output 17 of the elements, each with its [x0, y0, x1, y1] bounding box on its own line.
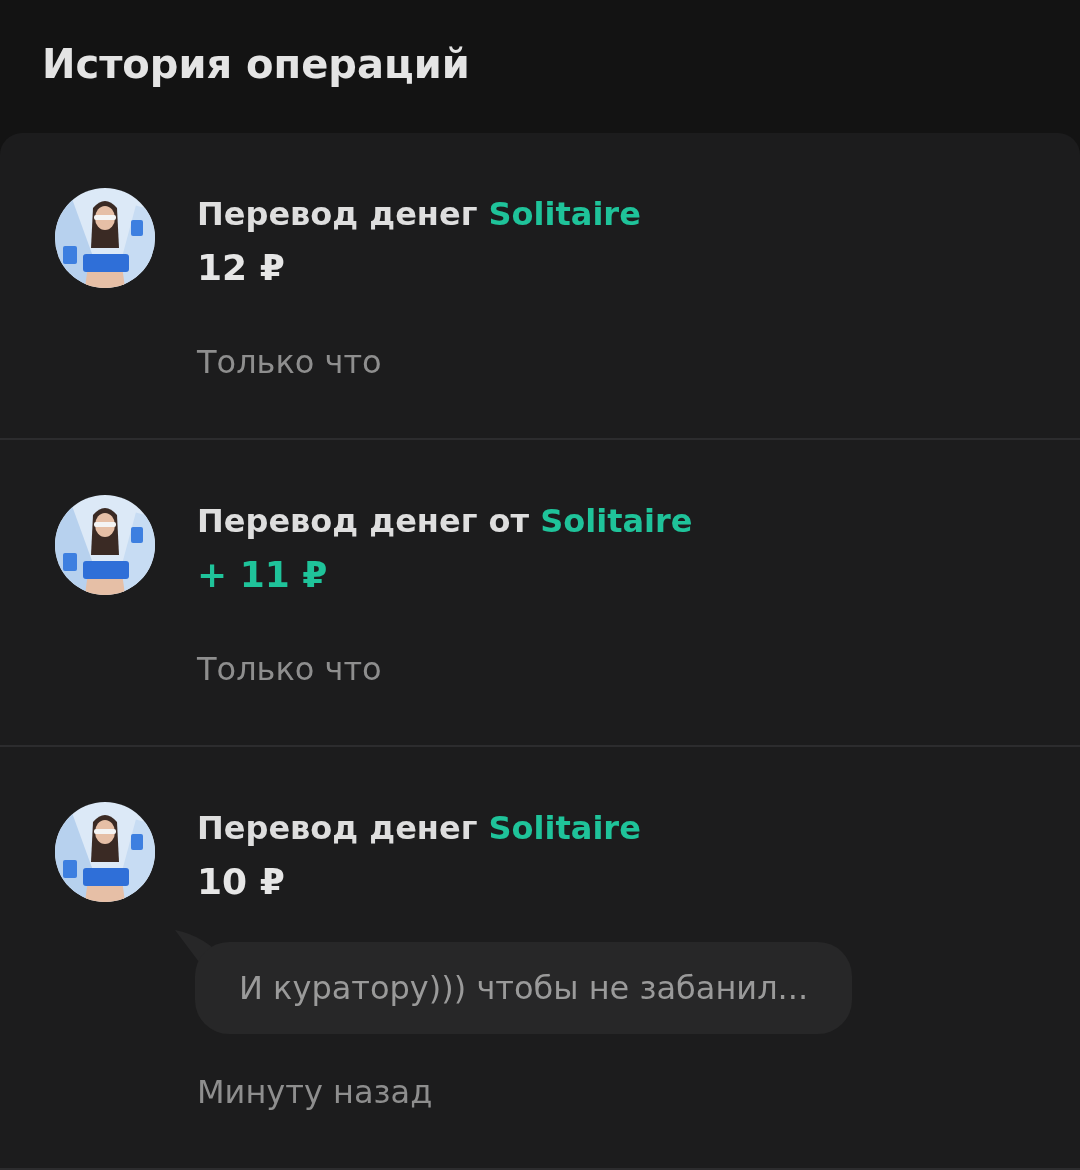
counterparty-link[interactable]: Solitaire	[540, 502, 693, 540]
operation-time: Минуту назад	[197, 1072, 434, 1113]
comment-bubble: И куратору))) чтобы не забанил...	[195, 942, 853, 1034]
operation-row[interactable]: Перевод денег Solitaire 10 ₽ И куратору))) чтобы не забанил... Минуту назад	[0, 747, 1080, 1170]
operation-amount: 12 ₽	[197, 246, 286, 290]
operation-amount: + 11 ₽	[197, 553, 329, 597]
operation-row[interactable]: Перевод денег от Solitaire + 11 ₽ Только что	[0, 440, 1080, 747]
counterparty-link[interactable]: Solitaire	[488, 195, 641, 233]
counterparty-link[interactable]: Solitaire	[488, 809, 641, 847]
operation-title: Перевод денег Solitaire	[197, 194, 641, 235]
operation-amount: 10 ₽	[197, 860, 286, 904]
operation-row[interactable]: Перевод денег Solitaire 12 ₽ Только что	[0, 133, 1080, 440]
operation-time: Только что	[197, 649, 383, 690]
operation-time: Только что	[197, 342, 383, 383]
operation-title: Перевод денег от Solitaire	[197, 501, 693, 542]
page-title: История операций	[42, 39, 470, 89]
operation-title: Перевод денег Solitaire	[197, 808, 642, 849]
